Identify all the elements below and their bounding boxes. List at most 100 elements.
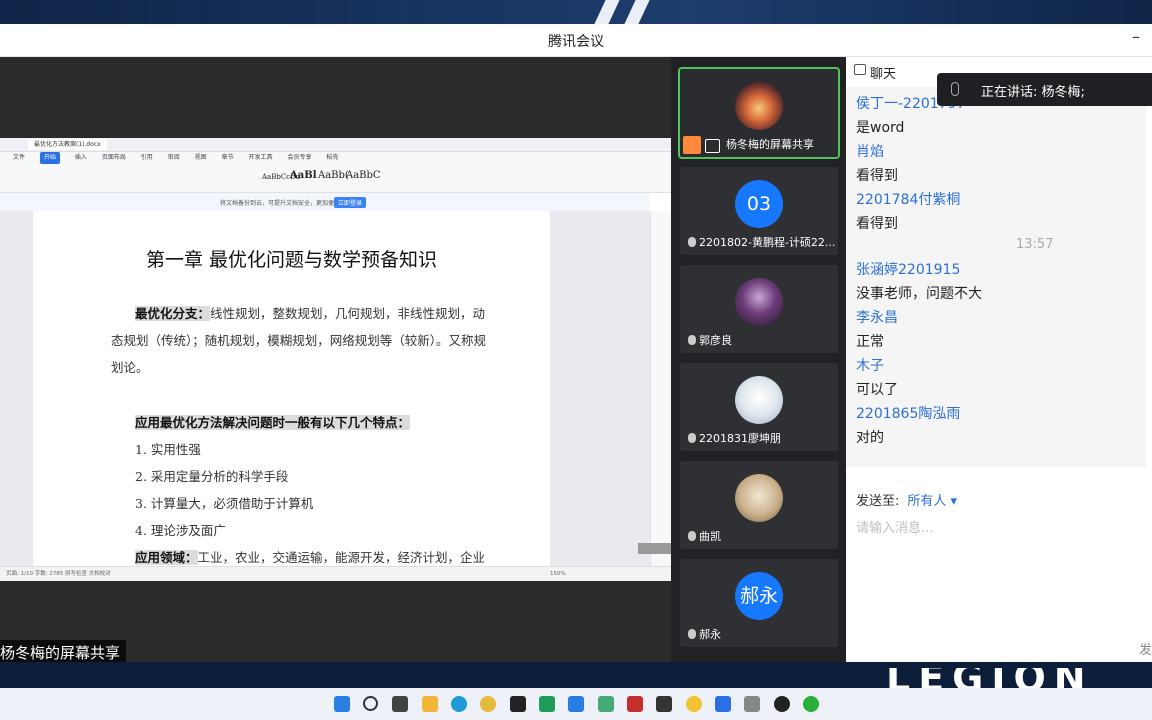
chat-sender[interactable]: 2201865陶泓雨: [856, 403, 960, 423]
participant-name: 郭彦良: [699, 334, 732, 347]
menu-item[interactable]: 章节: [222, 152, 234, 164]
send-button[interactable]: 发: [1139, 639, 1152, 658]
minimize-button[interactable]: –: [1126, 28, 1146, 48]
doc-list-item: 2. 采用定量分析的科学手段: [135, 469, 289, 484]
menu-item[interactable]: 页面布局: [102, 152, 126, 164]
app-icon[interactable]: [744, 696, 760, 712]
app-icon[interactable]: [686, 696, 702, 712]
task-view-icon[interactable]: [392, 696, 408, 712]
mic-muted-icon: [688, 531, 696, 541]
document-page: 第一章 最优化问题与数学预备知识 最优化分支：线性规划，整数规划，几何规划，非线…: [33, 211, 550, 566]
chat-sender[interactable]: 李永昌: [856, 307, 898, 327]
participant-avatar: [735, 376, 783, 424]
chat-panel: 聊天 侯丁一-2201797 是word 肖焰 看得到 2201784付紫桐 看…: [846, 57, 1152, 662]
speaking-indicator: 正在讲话: 杨冬梅;: [937, 73, 1152, 106]
participant-tile[interactable]: 03 2201802-黄鹏程-计硕22...: [680, 167, 838, 255]
window-title: 腾讯会议: [548, 34, 604, 50]
participant-avatar: [735, 278, 783, 326]
user-icon: [683, 136, 701, 154]
windows-taskbar: [0, 688, 1152, 720]
wps-status-bar: 页面: 1/10 字数: 2785 拼写检查 文档校对 150%: [0, 566, 671, 581]
mic-muted-icon: [688, 335, 696, 345]
pycharm-icon[interactable]: [510, 696, 526, 712]
share-scroll-handle[interactable]: [638, 543, 671, 554]
wallpaper-streak: [624, 0, 650, 24]
participant-video-column: 杨冬梅的屏幕共享 03 2201802-黄鹏程-计硕22... 郭彦良 2201…: [671, 57, 846, 662]
chat-message: 看得到: [856, 168, 898, 184]
chat-message: 是word: [856, 120, 905, 136]
menu-item[interactable]: 审阅: [168, 152, 180, 164]
terminal-icon[interactable]: [656, 696, 672, 712]
chrome-icon[interactable]: [480, 696, 496, 712]
menu-item[interactable]: 视图: [195, 152, 207, 164]
app-icon[interactable]: [774, 696, 790, 712]
edge-icon[interactable]: [451, 696, 467, 712]
style-swatch[interactable]: AaBbC: [346, 170, 381, 181]
notice-login-button[interactable]: 立即登录: [334, 197, 367, 208]
status-text: 页面: 1/10 字数: 2785 拼写检查 文档校对: [6, 571, 111, 577]
participant-name: 曲凯: [699, 530, 721, 543]
participant-tile[interactable]: 郝永 郝永: [680, 559, 838, 647]
participant-tile[interactable]: 杨冬梅的屏幕共享: [678, 67, 840, 159]
mic-muted-icon: [688, 433, 696, 443]
zotero-icon[interactable]: [627, 696, 643, 712]
wps-right-toolbar: [650, 211, 671, 566]
desktop-brand-logo: LEGION: [886, 668, 1094, 688]
participant-tile[interactable]: 曲凯: [680, 461, 838, 549]
doc-list-item: 1. 实用性强: [135, 442, 201, 457]
notice-text: 将文档备份到云，可提升文档安全，更加便捷: [220, 200, 341, 207]
send-to-dropdown[interactable]: 所有人 ▾: [907, 494, 957, 509]
speaking-text: 正在讲话: 杨冬梅;: [981, 85, 1085, 100]
menu-item[interactable]: 文件: [13, 152, 25, 164]
chat-input[interactable]: 请输入消息...: [856, 517, 1136, 536]
doc-tab[interactable]: 最优化方法教案(1).docx: [28, 139, 107, 150]
participant-tile[interactable]: 郭彦良: [680, 265, 838, 353]
doc-text: 线性规划，整数规划，几何规划，非线性规划，动: [210, 306, 486, 321]
wechat-icon[interactable]: [803, 696, 819, 712]
participant-name: 2201831廖坤朋: [699, 432, 781, 445]
participant-name: 杨冬梅的屏幕共享: [726, 138, 814, 151]
photos-icon[interactable]: [715, 696, 731, 712]
shared-wps-window: 最优化方法教案(1).docx 文件 开始 插入 页面布局 引用 审阅 视图 章…: [0, 138, 671, 581]
app-icon[interactable]: [598, 696, 614, 712]
chat-sender[interactable]: 2201784付紫桐: [856, 189, 960, 209]
participant-tile[interactable]: 2201831廖坤朋: [680, 363, 838, 451]
chat-sender[interactable]: 肖焰: [856, 141, 884, 161]
menu-item[interactable]: 引用: [141, 152, 153, 164]
menu-item[interactable]: 插入: [75, 152, 87, 164]
meeting-window: 腾讯会议 – 最优化方法教案(1).docx 文件 开始 插入 页面布局 引用 …: [0, 24, 1152, 662]
search-icon[interactable]: [363, 696, 378, 711]
doc-text: 划论。: [111, 360, 149, 375]
mic-muted-icon: [688, 629, 696, 639]
chat-sender[interactable]: 张涵婷2201915: [856, 259, 960, 279]
chat-icon: [854, 64, 866, 75]
document-canvas: 第一章 最优化问题与数学预备知识 最优化分支：线性规划，整数规划，几何规划，非线…: [0, 211, 650, 566]
doc-list-item: 4. 理论涉及面广: [135, 523, 226, 538]
chat-sender[interactable]: 木子: [856, 355, 884, 375]
participant-name-row: 2201831廖坤朋: [688, 430, 781, 446]
participant-avatar: [735, 82, 783, 130]
doc-bold-label: 最优化分支：: [135, 306, 211, 321]
desktop-wallpaper: [0, 0, 1152, 24]
menu-item[interactable]: 稻壳: [326, 152, 338, 164]
menu-item[interactable]: 开始: [39, 152, 60, 164]
wps-ribbon: AaBbCcDd AaBl AaBb( AaBbC: [0, 164, 671, 193]
send-to-label: 发送至:: [856, 494, 900, 509]
menu-item[interactable]: 会员专享: [287, 152, 311, 164]
file-explorer-icon[interactable]: [422, 696, 438, 712]
vscode-icon[interactable]: [568, 696, 584, 712]
chat-message: 可以了: [856, 382, 898, 398]
chat-title: 聊天: [870, 67, 897, 82]
title-bar: 腾讯会议 –: [0, 24, 1152, 57]
start-icon[interactable]: [334, 696, 350, 712]
participant-name-row: 郭彦良: [688, 332, 732, 348]
chat-timestamp: 13:57: [1016, 237, 1054, 252]
style-swatch[interactable]: AaBl: [290, 170, 317, 181]
pycharm-ce-icon[interactable]: [539, 696, 555, 712]
chat-message-list[interactable]: 侯丁一-2201797 是word 肖焰 看得到 2201784付紫桐 看得到 …: [846, 87, 1146, 467]
login-notice: 将文档备份到云，可提升文档安全，更加便捷 立即登录: [0, 193, 650, 211]
screen-share-icon: [705, 139, 720, 153]
style-swatch[interactable]: AaBb(: [318, 170, 349, 181]
screen-share-area: 最优化方法教案(1).docx 文件 开始 插入 页面布局 引用 审阅 视图 章…: [0, 57, 671, 662]
menu-item[interactable]: 开发工具: [249, 152, 273, 164]
